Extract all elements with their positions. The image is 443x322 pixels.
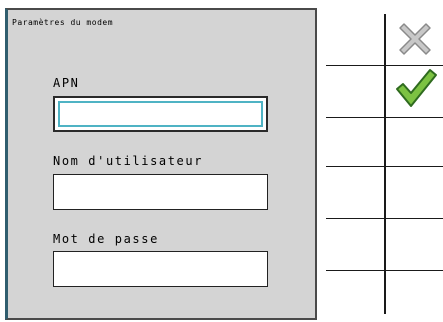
username-label: Nom d'utilisateur — [53, 154, 204, 168]
apn-input[interactable] — [58, 101, 263, 127]
apn-label: APN — [53, 76, 80, 90]
password-label: Mot de passe — [53, 232, 159, 246]
username-field[interactable] — [53, 174, 268, 210]
close-icon — [399, 23, 431, 55]
softkey-divider-vertical — [384, 14, 386, 314]
password-field[interactable] — [53, 251, 268, 287]
apn-field[interactable] — [53, 96, 268, 132]
checkmark-icon — [396, 69, 437, 107]
confirm-button[interactable] — [394, 66, 438, 110]
cancel-button[interactable] — [394, 18, 436, 60]
softkey-divider-4 — [326, 218, 443, 219]
softkey-divider-2 — [326, 117, 443, 118]
modem-settings-panel: Paramètres du modem APN Nom d'utilisateu… — [5, 8, 317, 320]
softkey-divider-3 — [326, 166, 443, 167]
panel-title: Paramètres du modem — [12, 18, 114, 27]
softkey-divider-5 — [326, 270, 443, 271]
